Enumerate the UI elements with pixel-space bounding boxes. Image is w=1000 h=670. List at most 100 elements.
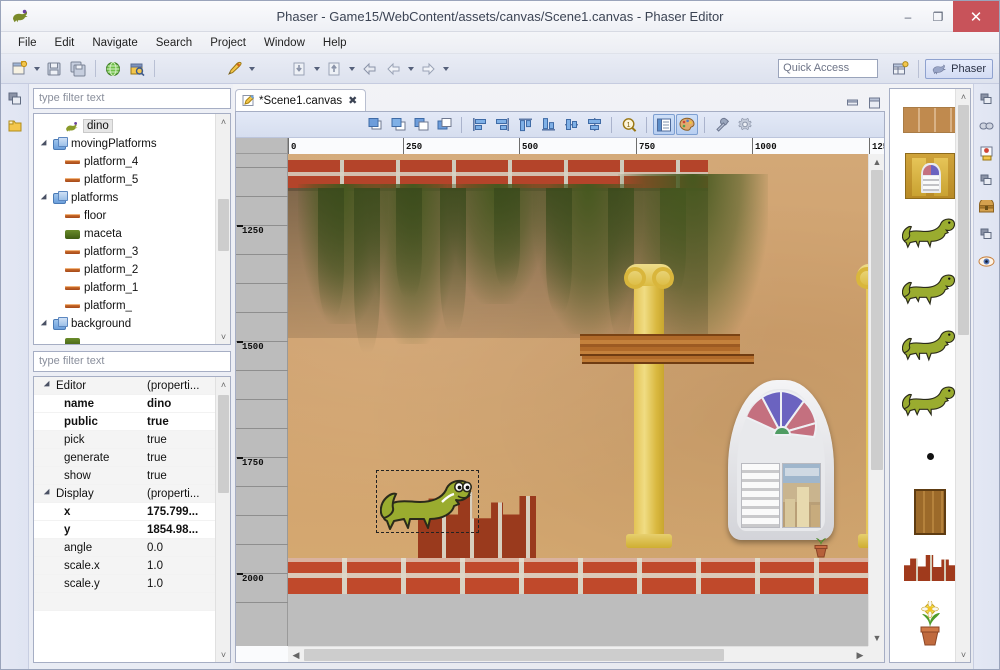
property-group-display[interactable]: Display (properti... <box>34 485 230 503</box>
tree-item-floor[interactable]: floor <box>34 207 230 225</box>
property-row-partial[interactable] <box>34 593 230 611</box>
canvas-hscrollbar[interactable]: ◀ ▶ <box>288 646 868 662</box>
align-top-button[interactable] <box>514 114 536 135</box>
forward-button[interactable] <box>417 58 439 80</box>
asset-palette[interactable]: ˄ ˅ <box>889 88 971 663</box>
outline-scrollbar[interactable]: ˄ ˅ <box>215 114 230 344</box>
tree-item-partial[interactable] <box>34 333 230 345</box>
tree-item-platform_3[interactable]: platform_3 <box>34 243 230 261</box>
step-into-dropdown[interactable] <box>311 58 322 80</box>
property-group-editor[interactable]: Editor (properti... <box>34 377 230 395</box>
toggle-outline-button[interactable] <box>653 114 675 135</box>
scrollbar-thumb[interactable] <box>218 199 229 251</box>
preview-eye-icon[interactable] <box>978 252 996 270</box>
align-right-button[interactable] <box>491 114 513 135</box>
menu-window[interactable]: Window <box>255 35 314 51</box>
tree-item-platform_4[interactable]: platform_4 <box>34 153 230 171</box>
tree-item-platform_2[interactable]: platform_2 <box>34 261 230 279</box>
step-into-button[interactable] <box>288 58 310 80</box>
vscrollbar-thumb[interactable] <box>871 170 883 470</box>
property-row-angle[interactable]: angle 0.0 <box>34 539 230 557</box>
back-button[interactable] <box>382 58 404 80</box>
perspective-phaser-button[interactable]: Phaser <box>925 59 993 79</box>
tree-item-movingPlatforms[interactable]: movingPlatforms <box>34 135 230 153</box>
chevron-down-icon[interactable] <box>38 192 51 205</box>
minimize-editor-button[interactable] <box>845 96 859 109</box>
palette-scrollbar[interactable]: ˄ ˅ <box>955 89 970 662</box>
step-out-button[interactable] <box>323 58 345 80</box>
scroll-down-icon[interactable]: ˅ <box>216 647 231 662</box>
canvas-viewport[interactable]: 0 250 500 750 1000 1250 1250 <box>236 138 884 662</box>
menu-project[interactable]: Project <box>201 35 255 51</box>
property-row-y[interactable]: y 1854.98... <box>34 521 230 539</box>
maximize-button[interactable]: ❐ <box>923 1 953 32</box>
align-center-vertical-button[interactable] <box>583 114 605 135</box>
open-resource-button[interactable] <box>126 58 148 80</box>
menu-navigate[interactable]: Navigate <box>83 35 146 51</box>
restore-view-icon[interactable] <box>6 90 24 108</box>
restore-view-2-icon[interactable] <box>978 171 996 189</box>
project-explorer-icon[interactable] <box>6 117 24 135</box>
send-backward-button[interactable] <box>410 114 432 135</box>
minimize-button[interactable]: – <box>893 1 923 32</box>
menu-file[interactable]: File <box>9 35 46 51</box>
toggle-palette-button[interactable] <box>676 114 698 135</box>
scrollbar-thumb[interactable] <box>218 395 229 493</box>
hscrollbar-thumb[interactable] <box>304 649 724 661</box>
property-row-x[interactable]: x 175.799... <box>34 503 230 521</box>
property-row-generate[interactable]: generate true <box>34 449 230 467</box>
tree-item-platform_5[interactable]: platform_5 <box>34 171 230 189</box>
back-dropdown[interactable] <box>405 58 416 80</box>
close-button[interactable]: ✕ <box>953 1 999 32</box>
outline-filter-input[interactable]: type filter text <box>33 88 231 109</box>
tree-item-maceta[interactable]: maceta <box>34 225 230 243</box>
scrollbar-thumb[interactable] <box>958 105 969 335</box>
tab-close-icon[interactable]: ✖ <box>348 94 357 107</box>
save-all-button[interactable] <box>67 58 89 80</box>
gear-button[interactable] <box>734 114 756 135</box>
run-button[interactable] <box>223 58 245 80</box>
menu-edit[interactable]: Edit <box>46 35 84 51</box>
align-bottom-button[interactable] <box>537 114 559 135</box>
scroll-down-icon[interactable]: ˅ <box>956 647 971 662</box>
tree-item-platform_[interactable]: platform_ <box>34 297 230 315</box>
properties-scrollbar[interactable]: ˄ ˅ <box>215 377 230 662</box>
chevron-down-icon[interactable] <box>38 318 51 331</box>
tree-item-dino[interactable]: dino <box>34 117 230 135</box>
open-browser-button[interactable] <box>102 58 124 80</box>
step-out-dropdown[interactable] <box>346 58 357 80</box>
align-center-horizontal-button[interactable] <box>560 114 582 135</box>
send-to-back-button[interactable] <box>433 114 455 135</box>
zoom-fit-button[interactable]: 1 <box>618 114 640 135</box>
restore-view-3-icon[interactable] <box>978 225 996 243</box>
maximize-editor-button[interactable] <box>867 96 881 109</box>
restore-view-icon[interactable] <box>978 90 996 108</box>
chain-link-icon[interactable] <box>978 117 996 135</box>
tree-item-platform_1[interactable]: platform_1 <box>34 279 230 297</box>
property-row-pick[interactable]: pick true <box>34 431 230 449</box>
properties-filter-input[interactable]: type filter text <box>33 351 231 372</box>
tab-scene1-canvas[interactable]: *Scene1.canvas ✖ <box>235 89 366 111</box>
scroll-down-icon[interactable]: ˅ <box>216 329 231 344</box>
assets-chest-icon[interactable] <box>978 198 996 216</box>
open-perspective-button[interactable] <box>889 58 911 80</box>
menu-help[interactable]: Help <box>314 35 356 51</box>
new-file-dropdown[interactable] <box>31 58 42 80</box>
new-file-button[interactable] <box>8 58 30 80</box>
wrench-button[interactable] <box>711 114 733 135</box>
dino-sprite[interactable] <box>380 474 476 532</box>
run-dropdown[interactable] <box>246 58 257 80</box>
scroll-up-icon[interactable]: ˄ <box>216 377 231 392</box>
tree-item-platforms[interactable]: platforms <box>34 189 230 207</box>
scene-stage[interactable] <box>288 154 868 646</box>
property-row-scale-x[interactable]: scale.x 1.0 <box>34 557 230 575</box>
forward-dropdown[interactable] <box>440 58 451 80</box>
tree-item-background[interactable]: background <box>34 315 230 333</box>
property-row-name[interactable]: name dino <box>34 395 230 413</box>
back-previous-button[interactable] <box>358 58 380 80</box>
scroll-up-icon[interactable]: ˄ <box>216 114 231 129</box>
bring-to-front-button[interactable] <box>364 114 386 135</box>
property-row-scale-y[interactable]: scale.y 1.0 <box>34 575 230 593</box>
bring-forward-button[interactable] <box>387 114 409 135</box>
save-button[interactable] <box>43 58 65 80</box>
